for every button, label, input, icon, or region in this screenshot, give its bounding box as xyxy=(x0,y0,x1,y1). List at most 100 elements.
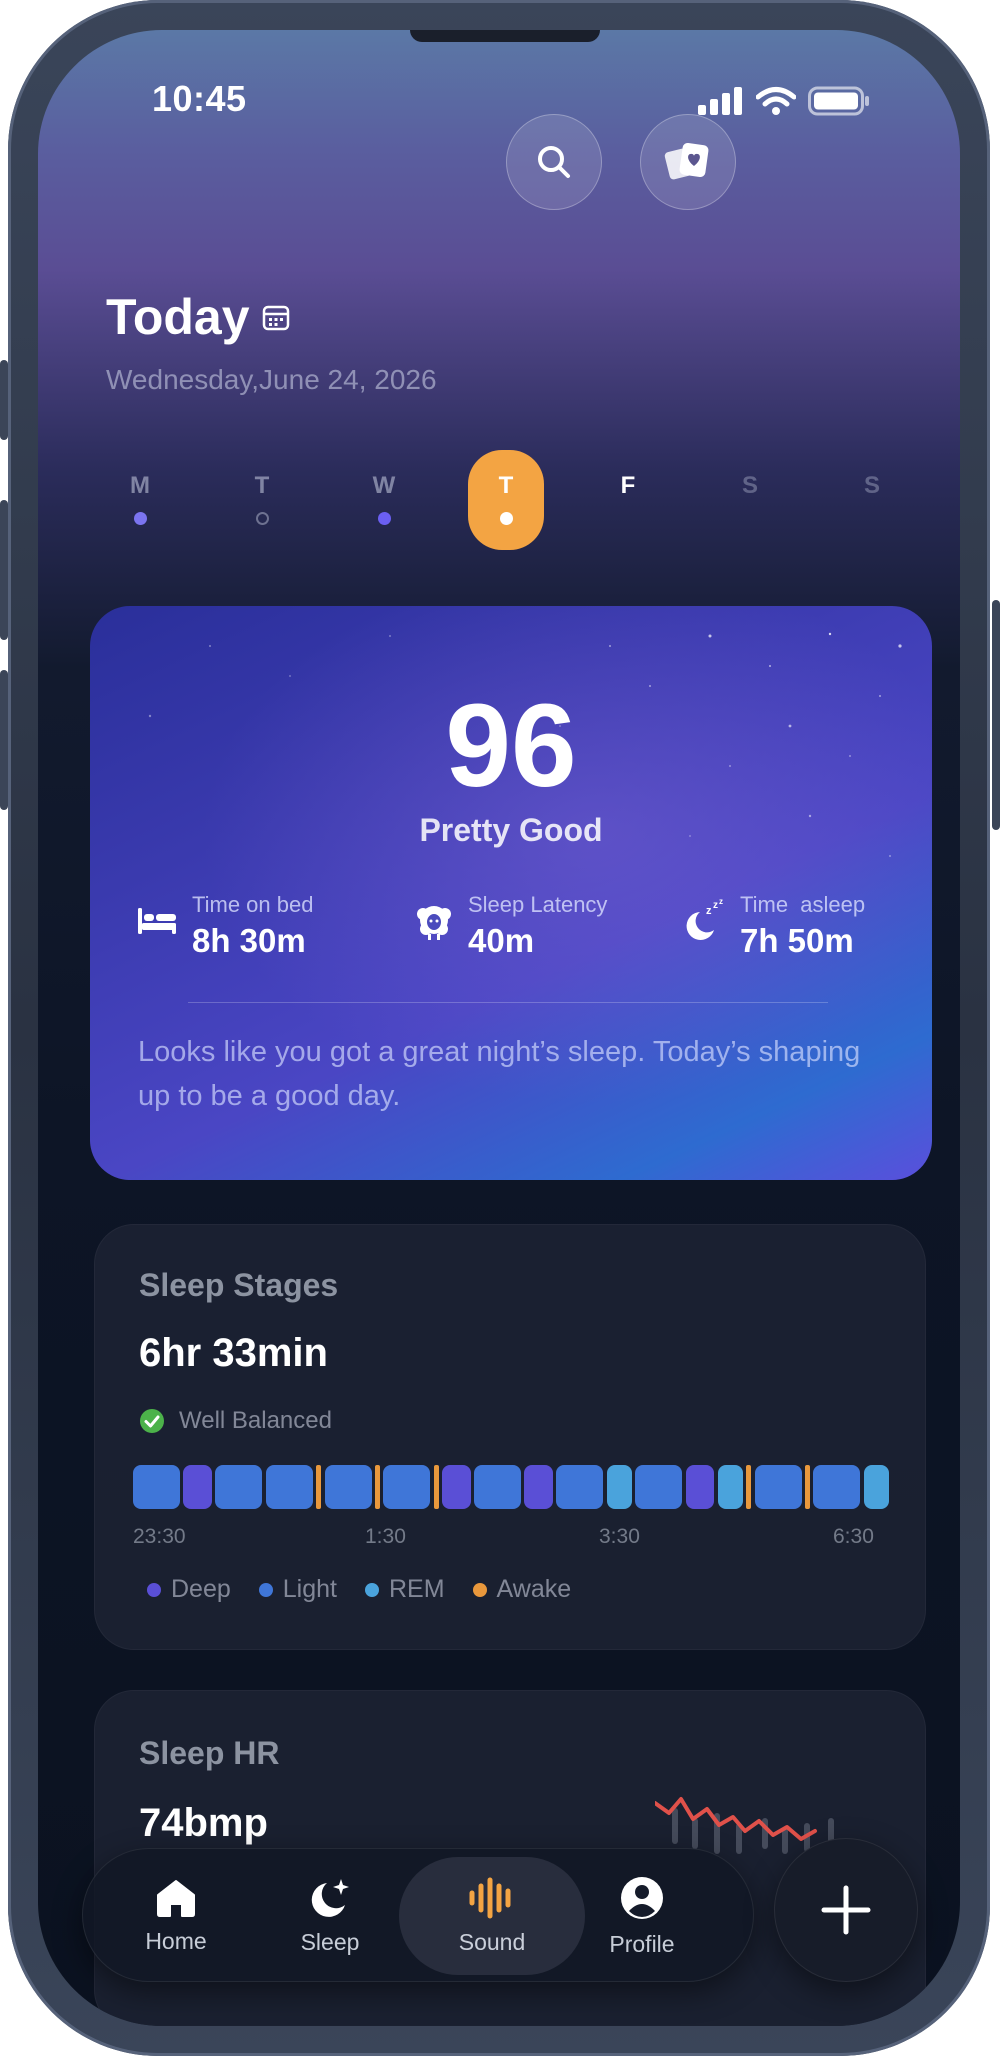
time-tick: 3:30 xyxy=(599,1525,640,1548)
notch xyxy=(410,30,600,42)
calendar-icon[interactable] xyxy=(262,303,290,331)
metric-time-on-bed: Time on bed 8h 30m xyxy=(136,892,313,960)
day-label: F xyxy=(620,472,636,499)
home-icon xyxy=(157,1879,195,1917)
stage-segment-deep xyxy=(685,1465,715,1509)
day-label: T xyxy=(254,472,270,499)
day-label: W xyxy=(372,472,396,499)
time-axis: 23:30 1:30 3:30 6:30 xyxy=(133,1525,889,1555)
favorites-cards-button[interactable] xyxy=(640,114,736,210)
metric-value: 8h 30m xyxy=(192,922,306,959)
day-wednesday[interactable]: W xyxy=(346,450,422,550)
time-tick: 1:30 xyxy=(365,1525,406,1548)
day-label: S xyxy=(741,472,758,499)
legend-light: Light xyxy=(258,1575,337,1604)
stage-segment-light xyxy=(556,1465,604,1509)
stage-segment-light xyxy=(754,1465,802,1509)
legend-label: REM xyxy=(388,1575,445,1603)
stage-segment-light xyxy=(383,1465,431,1509)
stage-segment-light xyxy=(324,1465,372,1509)
bottom-navigation: Home Sleep Sound Profile xyxy=(82,1848,754,1982)
card-title: Sleep Stages xyxy=(139,1267,339,1303)
svg-text:z: z xyxy=(719,898,723,906)
day-saturday[interactable]: S xyxy=(712,450,788,550)
card-divider xyxy=(188,1002,828,1003)
nav-sleep[interactable]: Sleep xyxy=(265,1849,395,1983)
nav-label: Sleep xyxy=(300,1928,360,1955)
nav-label: Home xyxy=(145,1927,207,1954)
metric-label: Time on bed xyxy=(192,892,314,917)
day-label: S xyxy=(863,472,880,499)
legend-awake: Awake xyxy=(472,1575,572,1604)
stage-segment-light xyxy=(635,1465,683,1509)
day-indicator xyxy=(255,512,269,525)
legend-label: Light xyxy=(282,1575,337,1603)
sleep-rating: Pretty Good xyxy=(419,812,603,848)
legend-dot xyxy=(364,1582,379,1597)
sleep-score-card[interactable]: 96 Pretty Good Time on bed 8h 30m Sleep … xyxy=(90,606,932,1180)
stage-segment-rem xyxy=(863,1465,889,1509)
day-friday[interactable]: F xyxy=(590,450,666,550)
status-time: 10:45 xyxy=(152,78,247,119)
stage-segment-rem xyxy=(717,1465,743,1509)
bed-icon xyxy=(138,908,176,934)
day-sunday[interactable]: S xyxy=(834,450,910,550)
moon-zzz-icon: z z z xyxy=(686,898,723,940)
legend-dot xyxy=(258,1582,273,1597)
search-button[interactable] xyxy=(506,114,602,210)
sleep-hr-value: 74bmp xyxy=(139,1801,268,1845)
app-screen: 10:45 Today Wednesday,June 24, 2026 M T … xyxy=(38,30,960,2026)
stage-segment-light xyxy=(133,1465,181,1509)
metric-value: 40m xyxy=(468,922,535,959)
stage-segment-light xyxy=(215,1465,263,1509)
sleep-stages-bar xyxy=(133,1465,889,1509)
page-title: Today xyxy=(106,288,290,346)
metric-value: 7h 50m xyxy=(740,922,854,959)
nav-profile[interactable]: Profile xyxy=(577,1849,707,1983)
stage-segment-deep xyxy=(183,1465,212,1509)
sheep-icon xyxy=(417,906,451,940)
current-date: Wednesday,June 24, 2026 xyxy=(106,364,437,395)
day-indicator xyxy=(133,512,147,525)
plus-icon xyxy=(821,1885,871,1935)
time-tick: 23:30 xyxy=(133,1525,186,1548)
metric-label: Time asleep xyxy=(740,892,866,917)
nav-home[interactable]: Home xyxy=(111,1849,241,1983)
stage-segment-awake xyxy=(746,1465,752,1509)
day-thursday-selected[interactable]: T xyxy=(468,450,544,550)
day-indicator xyxy=(499,512,513,525)
day-monday[interactable]: M xyxy=(102,450,178,550)
sleep-stages-total: 6hr 33min xyxy=(139,1331,328,1375)
svg-text:z: z xyxy=(713,900,718,911)
legend-deep: Deep xyxy=(147,1575,231,1604)
phone-frame: 10:45 Today Wednesday,June 24, 2026 M T … xyxy=(0,0,1000,2056)
power-button xyxy=(992,600,1000,830)
sleep-summary-note: Looks like you got a great night’s sleep… xyxy=(138,1036,861,1112)
stages-legend: Deep Light REM Awake xyxy=(147,1575,571,1604)
legend-label: Deep xyxy=(171,1575,231,1603)
add-button[interactable] xyxy=(774,1838,918,1982)
heart-cards-icon xyxy=(664,142,709,180)
nav-label: Sound xyxy=(458,1928,526,1955)
nav-sound-active[interactable]: Sound xyxy=(399,1857,585,1975)
stage-segment-deep xyxy=(442,1465,471,1509)
volume-down-button xyxy=(0,670,8,810)
time-tick: 6:30 xyxy=(833,1525,874,1548)
legend-dot xyxy=(472,1582,487,1597)
legend-rem: REM xyxy=(364,1575,445,1604)
wifi-icon xyxy=(756,87,796,115)
balance-status: Well Balanced xyxy=(139,1407,332,1435)
user-icon xyxy=(621,1876,663,1919)
week-selector: M T W T F S S xyxy=(102,450,912,550)
day-indicator xyxy=(377,512,391,525)
stage-segment-light xyxy=(474,1465,522,1509)
sleep-stages-card[interactable]: Sleep Stages 6hr 33min Well Balanced 23:… xyxy=(94,1224,926,1650)
soundwave-icon xyxy=(469,1877,511,1918)
legend-label: Awake xyxy=(496,1575,572,1603)
nav-label: Profile xyxy=(609,1930,675,1957)
moon-star-icon xyxy=(311,1878,349,1917)
legend-dot xyxy=(147,1582,161,1597)
day-tuesday[interactable]: T xyxy=(224,450,300,550)
stage-segment-light xyxy=(265,1465,313,1509)
stage-segment-light xyxy=(813,1465,861,1509)
